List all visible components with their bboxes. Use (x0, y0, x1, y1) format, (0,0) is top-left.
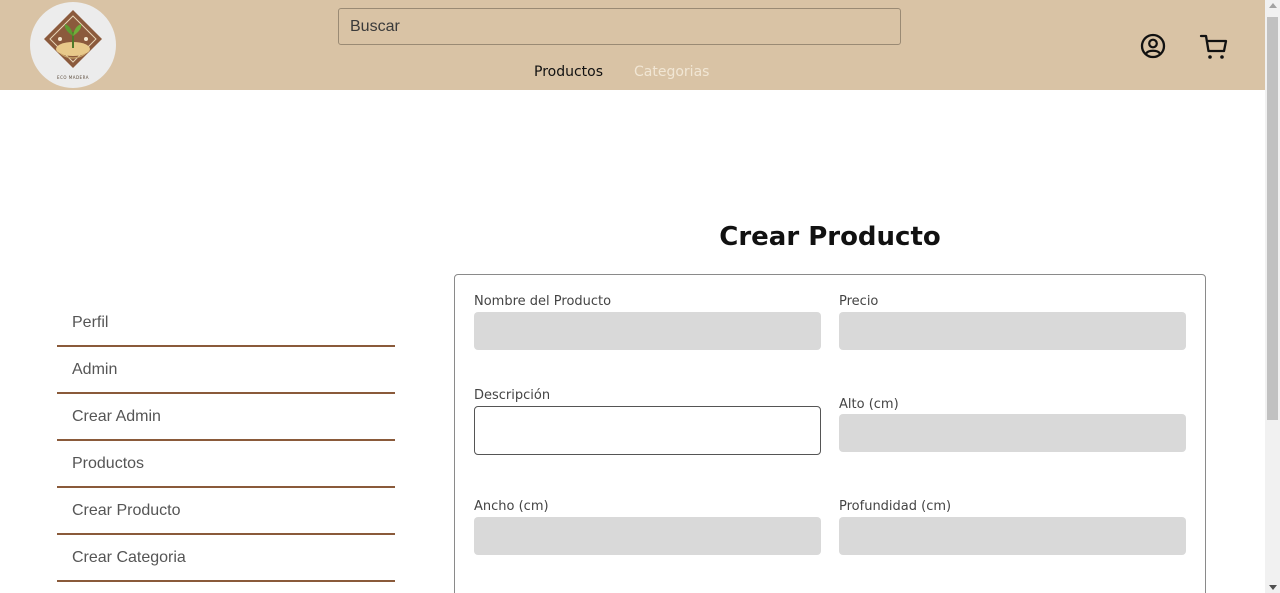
sidebar-item-perfil[interactable]: Perfil (57, 300, 395, 347)
sidebar-item-crear-producto[interactable]: Crear Producto (57, 488, 395, 535)
logo-text: ECO MADERA (57, 75, 89, 80)
page-title: Crear Producto (719, 222, 941, 252)
top-header: ECO MADERA Productos Categorias (0, 0, 1265, 90)
user-circle-icon[interactable] (1140, 33, 1166, 59)
scrollbar-thumb[interactable] (1267, 17, 1278, 420)
sidebar-item-productos[interactable]: Productos (57, 441, 395, 488)
nombre-label: Nombre del Producto (474, 294, 612, 309)
scroll-up-arrow-icon[interactable] (1269, 3, 1277, 8)
scroll-down-arrow-icon[interactable] (1269, 585, 1277, 590)
admin-sidebar: Perfil Admin Crear Admin Productos Crear… (57, 300, 395, 582)
descripcion-input[interactable] (474, 406, 821, 455)
cart-icon[interactable] (1199, 31, 1229, 61)
ancho-label: Ancho (cm) (474, 499, 549, 514)
main-nav: Productos Categorias (534, 64, 709, 80)
profundidad-label: Profundidad (cm) (839, 499, 952, 514)
nombre-input[interactable] (474, 312, 821, 350)
create-product-form: Nombre del Producto Precio Descripción A… (454, 274, 1206, 593)
sidebar-item-crear-categoria[interactable]: Crear Categoria (57, 535, 395, 582)
alto-input[interactable] (839, 414, 1186, 452)
vertical-scrollbar[interactable] (1265, 0, 1280, 593)
nav-link-productos[interactable]: Productos (534, 64, 603, 80)
search-input[interactable] (338, 8, 901, 45)
sidebar-item-admin[interactable]: Admin (57, 347, 395, 394)
precio-label: Precio (839, 294, 879, 309)
precio-input[interactable] (839, 312, 1186, 350)
alto-label: Alto (cm) (839, 397, 899, 412)
sidebar-item-crear-admin[interactable]: Crear Admin (57, 394, 395, 441)
eco-madera-logo[interactable]: ECO MADERA (30, 2, 116, 88)
descripcion-label: Descripción (474, 388, 551, 403)
profundidad-input[interactable] (839, 517, 1186, 555)
nav-link-categorias[interactable]: Categorias (634, 64, 709, 80)
ancho-input[interactable] (474, 517, 821, 555)
